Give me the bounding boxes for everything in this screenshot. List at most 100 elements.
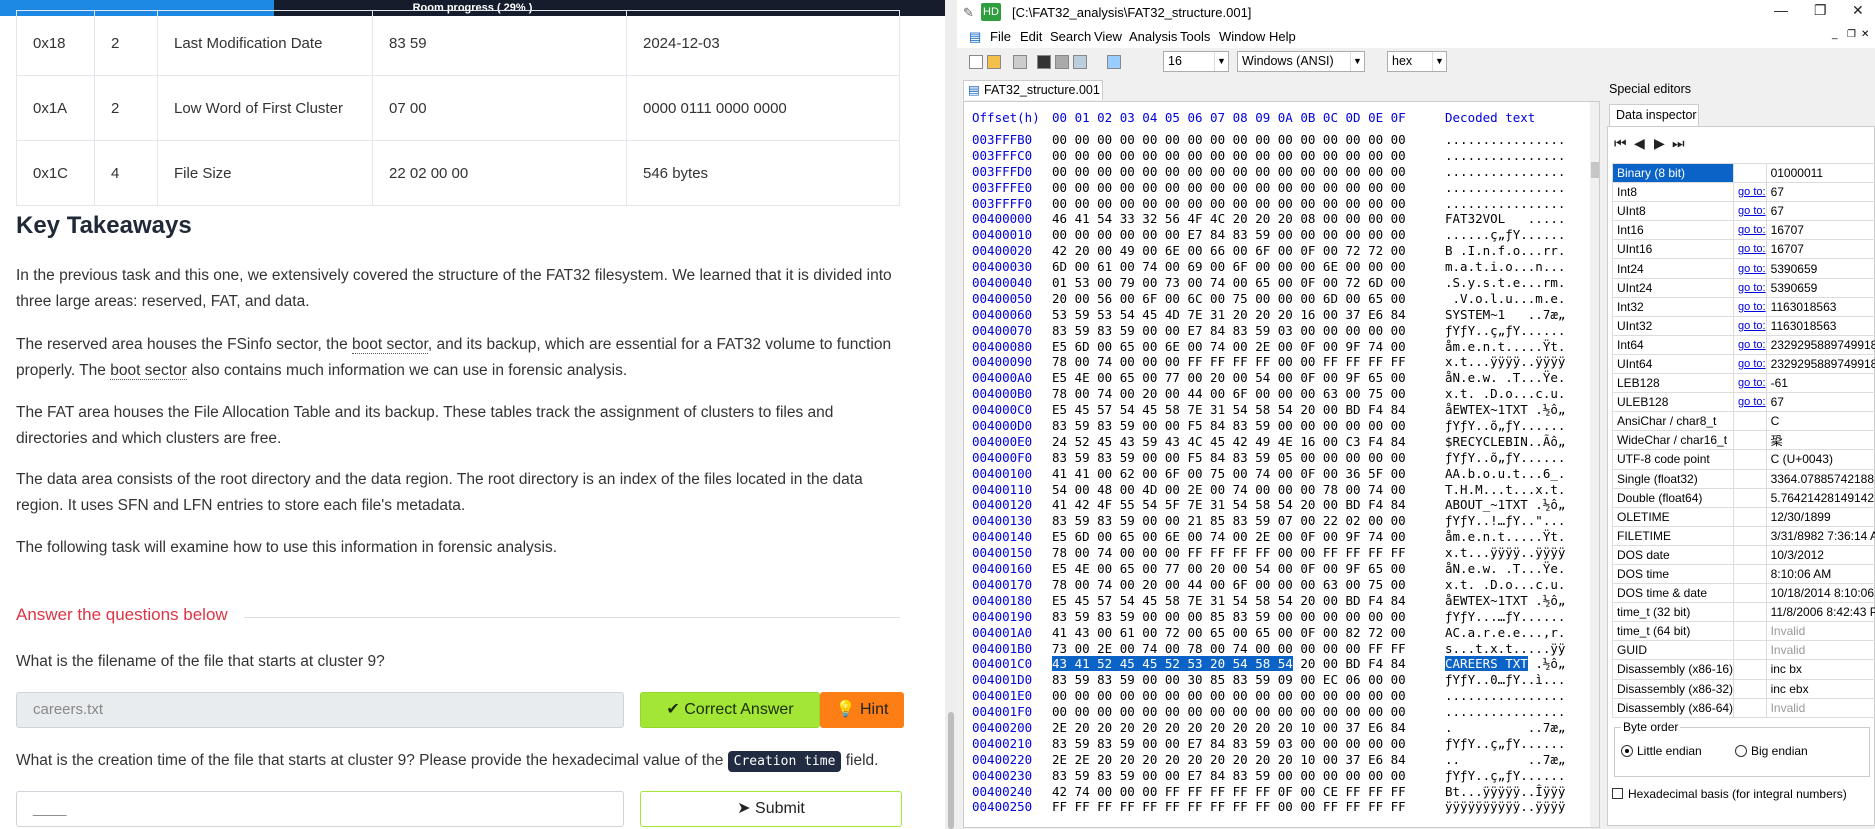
decoded-cell[interactable]: .. ..7æ„ <box>1445 752 1565 768</box>
inspector-value[interactable]: Invalid <box>1765 640 1875 661</box>
hint-button[interactable]: 💡 Hint <box>820 692 904 728</box>
decoded-cell[interactable]: AC.a.r.e.e...‚r. <box>1445 625 1565 641</box>
hex-row[interactable]: 00400060 53 59 53 54 45 4D 7E 31 20 20 20… <box>972 307 1565 323</box>
inspector-value[interactable]: inc bx <box>1765 659 1875 680</box>
decoded-cell[interactable]: FAT32VOL ..... <box>1445 211 1565 227</box>
byte-cells[interactable]: FF FF FF FF FF FF FF FF FF FF 00 00 FF F… <box>1052 799 1445 815</box>
byte-cells[interactable]: 78 00 74 00 00 00 FF FF FF FF 00 00 FF F… <box>1052 354 1445 370</box>
byte-cells[interactable]: 73 00 2E 00 74 00 78 00 74 00 00 00 00 0… <box>1052 641 1445 657</box>
byte-cells[interactable]: 41 43 00 61 00 72 00 65 00 65 00 0F 00 8… <box>1052 625 1445 641</box>
hex-row[interactable]: 004001D0 83 59 83 59 00 00 30 85 83 59 09… <box>972 672 1565 688</box>
decoded-cell[interactable]: x.t...ÿÿÿÿ..ÿÿÿÿ <box>1445 354 1565 370</box>
byte-cells[interactable]: 78 00 74 00 20 00 44 00 6F 00 00 00 63 0… <box>1052 577 1445 593</box>
print-icon[interactable] <box>1055 55 1069 69</box>
new-file-icon[interactable] <box>969 55 983 69</box>
prev-icon[interactable]: ◀ <box>1634 135 1645 152</box>
byte-cells[interactable]: 00 00 00 00 00 00 00 00 00 00 00 00 00 0… <box>1052 132 1445 148</box>
goto-link[interactable]: go to: <box>1733 353 1767 375</box>
hex-row[interactable]: 004000F0 83 59 83 59 00 00 F5 84 83 59 05… <box>972 450 1565 466</box>
decoded-cell[interactable]: ƒYƒY..!…ƒY.."... <box>1445 513 1565 529</box>
hex-row[interactable]: 004000B0 78 00 74 00 20 00 44 00 6F 00 00… <box>972 386 1565 402</box>
hex-row[interactable]: 00400050 20 00 56 00 6F 00 6C 00 75 00 00… <box>972 291 1565 307</box>
decoded-cell[interactable]: åEWTEX~1TXT .½ô„ <box>1445 402 1565 418</box>
byte-cells[interactable]: 6D 00 61 00 74 00 69 00 6F 00 00 00 6E 0… <box>1052 259 1445 275</box>
inspector-row[interactable]: time_t (64 bit) Invalid <box>1611 621 1875 642</box>
goto-link[interactable]: go to: <box>1733 182 1767 203</box>
byte-cells[interactable]: 54 00 48 00 4D 00 2E 00 74 00 00 00 78 0… <box>1052 482 1445 498</box>
inspector-row[interactable]: UInt24 go to: 5390659 <box>1611 277 1875 298</box>
decoded-cell[interactable]: .S.y.s.t.e...rm. <box>1445 275 1565 291</box>
inspector-value[interactable]: 67 <box>1765 201 1875 222</box>
decoded-cell[interactable]: m.a.t.i.o...n... <box>1445 259 1565 275</box>
hex-scrollbar[interactable] <box>1590 102 1599 827</box>
mdi-minimize-icon[interactable]: _ <box>1832 29 1838 40</box>
hex-row[interactable]: 00400150 78 00 74 00 00 00 FF FF FF FF 00… <box>972 545 1565 561</box>
hex-row[interactable]: 00400210 83 59 83 59 00 00 E7 84 83 59 03… <box>972 736 1565 752</box>
answer-2-input[interactable]: ____ <box>16 791 624 827</box>
hex-row[interactable]: 00400130 83 59 83 59 00 00 21 85 83 59 07… <box>972 513 1565 529</box>
inspector-row[interactable]: DOS date 10/3/2012 <box>1611 544 1875 565</box>
next-icon[interactable]: ▶ <box>1654 135 1665 152</box>
open-icon[interactable] <box>987 55 1001 69</box>
inspector-row[interactable]: ULEB128 go to: 67 <box>1611 392 1875 413</box>
byte-cells[interactable]: 83 59 83 59 00 00 30 85 83 59 09 00 EC 0… <box>1052 672 1445 688</box>
inspector-row[interactable]: Int64go to:2329295889749918019 <box>1611 334 1875 355</box>
term-boot-sector[interactable]: boot sector <box>352 336 428 354</box>
decoded-cell[interactable]: $RECYCLEBIN..Ãô„ <box>1445 434 1565 450</box>
byte-cells[interactable]: 43 41 52 45 45 52 53 20 54 58 54 20 00 B… <box>1052 656 1445 672</box>
hex-row[interactable]: 004001A0 41 43 00 61 00 72 00 65 00 65 00… <box>972 625 1565 641</box>
inspector-value[interactable]: 67 <box>1765 182 1875 203</box>
hex-row[interactable]: 00400090 78 00 74 00 00 00 FF FF FF FF 00… <box>972 354 1565 370</box>
restore-icon[interactable]: ❐ <box>1814 2 1827 19</box>
columns-icon[interactable] <box>1107 55 1121 69</box>
little-endian-radio[interactable] <box>1621 745 1633 757</box>
hex-row[interactable]: 004001F0 00 00 00 00 00 00 00 00 00 00 00… <box>972 704 1565 720</box>
decoded-cell[interactable]: AA.b.o.u.t...6_. <box>1445 466 1565 482</box>
hex-rows[interactable]: 003FFFB0 00 00 00 00 00 00 00 00 00 00 00… <box>972 132 1565 815</box>
inspector-value[interactable]: 11/8/2006 8:42:43 PM <box>1765 602 1875 623</box>
inspector-value[interactable]: 䅃 <box>1765 430 1875 451</box>
inspector-row[interactable]: Int16 go to: 16707 <box>1611 220 1875 241</box>
byte-cells[interactable]: 24 52 45 43 59 43 4C 45 42 49 4E 16 00 C… <box>1052 434 1445 450</box>
hex-row[interactable]: 004000A0 E5 4E 00 65 00 77 00 20 00 54 00… <box>972 370 1565 386</box>
inspector-value[interactable]: -61 <box>1765 373 1875 394</box>
inspector-value[interactable]: 2329295889749918019 <box>1765 334 1875 355</box>
offset-base-select[interactable]: hex ▼ <box>1387 51 1447 72</box>
decoded-cell[interactable]: ABOUT_~1TXT .½ô„ <box>1445 497 1565 513</box>
decoded-cell[interactable]: ƒYƒY..õ„ƒY...... <box>1445 450 1565 466</box>
hex-row[interactable]: 00400010 00 00 00 00 00 00 E7 84 83 59 00… <box>972 227 1565 243</box>
menu-help[interactable]: Help <box>1269 29 1296 44</box>
decoded-cell[interactable]: ƒYƒY..ç„ƒY...... <box>1445 736 1565 752</box>
byte-cells[interactable]: 83 59 83 59 00 00 E7 84 83 59 03 00 00 0… <box>1052 323 1445 339</box>
stop-icon[interactable] <box>1037 55 1051 69</box>
hex-row[interactable]: 00400160 E5 4E 00 65 00 77 00 20 00 54 00… <box>972 561 1565 577</box>
inspector-value[interactable]: 01000011 <box>1765 162 1875 184</box>
menu-analysis[interactable]: Analysis <box>1129 29 1177 44</box>
inspector-row[interactable]: AnsiChar / char8_t C <box>1611 411 1875 432</box>
byte-cells[interactable]: 2E 20 20 20 20 20 20 20 20 20 20 10 00 3… <box>1052 720 1445 736</box>
byte-cells[interactable]: E5 4E 00 65 00 77 00 20 00 54 00 0F 00 9… <box>1052 370 1445 386</box>
byte-cells[interactable]: 00 00 00 00 00 00 00 00 00 00 00 00 00 0… <box>1052 704 1445 720</box>
byte-cells[interactable]: 00 00 00 00 00 00 00 00 00 00 00 00 00 0… <box>1052 688 1445 704</box>
hex-row[interactable]: 00400120 41 42 4F 55 54 5F 7E 31 54 58 54… <box>972 497 1565 513</box>
tab-data-inspector[interactable]: Data inspector <box>1609 104 1699 126</box>
scrollbar-thumb[interactable] <box>948 712 954 829</box>
inspector-value[interactable]: 5.76421428149142E-153 <box>1765 487 1875 508</box>
inspector-value[interactable]: 1163018563 <box>1765 315 1875 336</box>
inspector-value[interactable]: 3364.07885742188 <box>1765 468 1875 489</box>
hex-row[interactable]: 004000C0 E5 45 57 54 45 58 7E 31 54 58 54… <box>972 402 1565 418</box>
byte-cells[interactable]: 42 20 00 49 00 6E 00 66 00 6F 00 0F 00 7… <box>1052 243 1445 259</box>
inspector-value[interactable]: inc ebx <box>1765 678 1875 699</box>
hex-row[interactable]: 00400000 46 41 54 33 32 56 4F 4C 20 20 20… <box>972 211 1565 227</box>
decoded-cell[interactable]: ÿÿÿÿÿÿÿÿÿÿ..ÿÿÿÿ <box>1445 799 1565 815</box>
decoded-cell[interactable]: x.t. .D.o...c.u. <box>1445 386 1565 402</box>
decoded-cell[interactable]: Bt...ÿÿÿÿÿ..Îÿÿÿ <box>1445 784 1565 800</box>
decoded-cell[interactable]: ................ <box>1445 180 1565 196</box>
decoded-cell[interactable]: .V.o.l.u...m.e. <box>1445 291 1566 307</box>
inspector-value[interactable]: 16707 <box>1765 239 1875 260</box>
goto-link[interactable]: go to: <box>1733 334 1767 355</box>
menu-tools[interactable]: Tools <box>1180 29 1210 44</box>
hex-row[interactable]: 00400110 54 00 48 00 4D 00 2E 00 74 00 00… <box>972 482 1565 498</box>
last-icon[interactable]: ⏭ <box>1672 135 1685 152</box>
byte-cells[interactable]: 78 00 74 00 20 00 44 00 6F 00 00 00 63 0… <box>1052 386 1445 402</box>
